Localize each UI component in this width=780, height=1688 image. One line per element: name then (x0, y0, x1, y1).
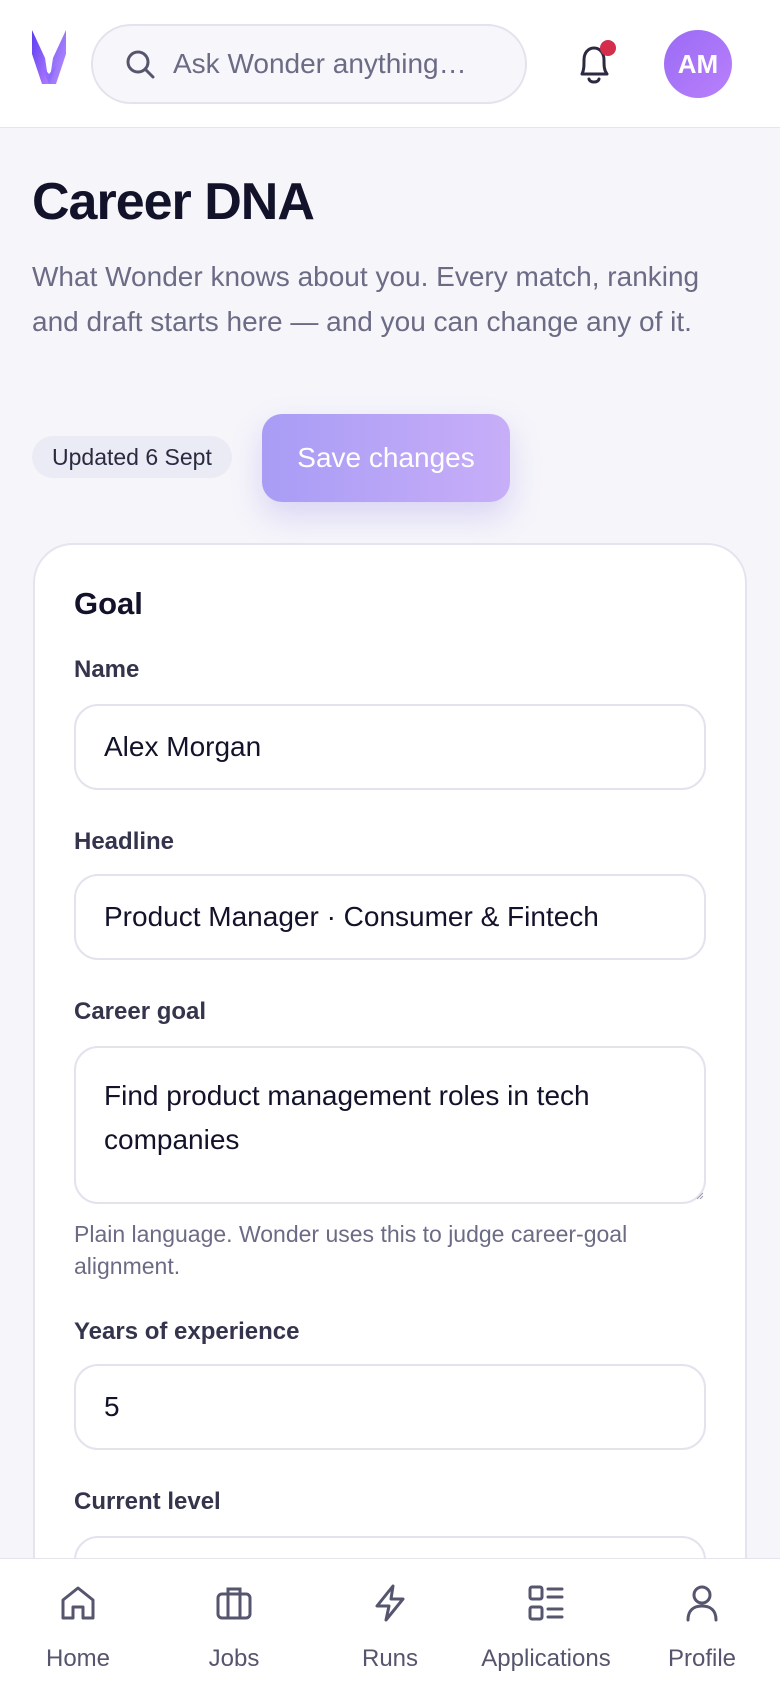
career-goal-field[interactable]: Find product management roles in tech co… (74, 1046, 706, 1204)
name-field[interactable]: Alex Morgan (74, 704, 706, 790)
nav-item-applications[interactable]: Applications (468, 1559, 624, 1688)
name-label: Name (74, 656, 140, 683)
list-icon (528, 1585, 564, 1621)
nav-label-applications: Applications (481, 1645, 611, 1672)
home-icon (61, 1586, 95, 1620)
user-icon (686, 1585, 718, 1622)
lightning-icon (375, 1584, 405, 1622)
briefcase-icon (216, 1587, 252, 1620)
nav-label-runs: Runs (361, 1645, 419, 1672)
nav-item-jobs[interactable]: Jobs (156, 1559, 312, 1688)
section-title-goal: Goal (74, 586, 143, 621)
search-bar[interactable]: Ask Wonder anything… (91, 24, 527, 104)
top-bar: Ask Wonder anything… AM (0, 0, 780, 128)
nav-label-profile: Profile (667, 1645, 737, 1672)
save-changes-button[interactable]: Save changes (262, 414, 510, 502)
page-title: Career DNA (32, 173, 315, 231)
years-field[interactable]: 5 (74, 1364, 706, 1450)
headline-label: Headline (74, 828, 175, 855)
avatar[interactable]: AM (664, 30, 732, 98)
search-icon (126, 50, 155, 79)
nav-label-jobs: Jobs (208, 1645, 260, 1672)
nav-item-runs[interactable]: Runs (312, 1559, 468, 1688)
nav-item-home[interactable]: Home (0, 1559, 156, 1688)
nav-item-profile[interactable]: Profile (624, 1559, 780, 1688)
current-level-label: Current level (74, 1488, 221, 1515)
nav-label-home: Home (45, 1645, 111, 1672)
years-label: Years of experience (74, 1318, 300, 1345)
career-goal-hint: Plain language. Wonder uses this to judg… (74, 1221, 628, 1279)
wonder-logo-icon[interactable] (30, 28, 68, 86)
search-input[interactable]: Ask Wonder anything… (173, 48, 467, 80)
page-subtitle: What Wonder knows about you. Every match… (32, 261, 700, 337)
headline-field[interactable]: Product Manager · Consumer & Fintech (74, 874, 706, 960)
updated-badge: Updated 6 Sept (32, 436, 232, 478)
resize-handle-icon[interactable] (696, 1192, 704, 1200)
career-goal-label: Career goal (74, 998, 207, 1025)
bottom-nav: Home Jobs Runs Applications Profile (0, 1558, 780, 1688)
notification-dot (600, 40, 616, 56)
